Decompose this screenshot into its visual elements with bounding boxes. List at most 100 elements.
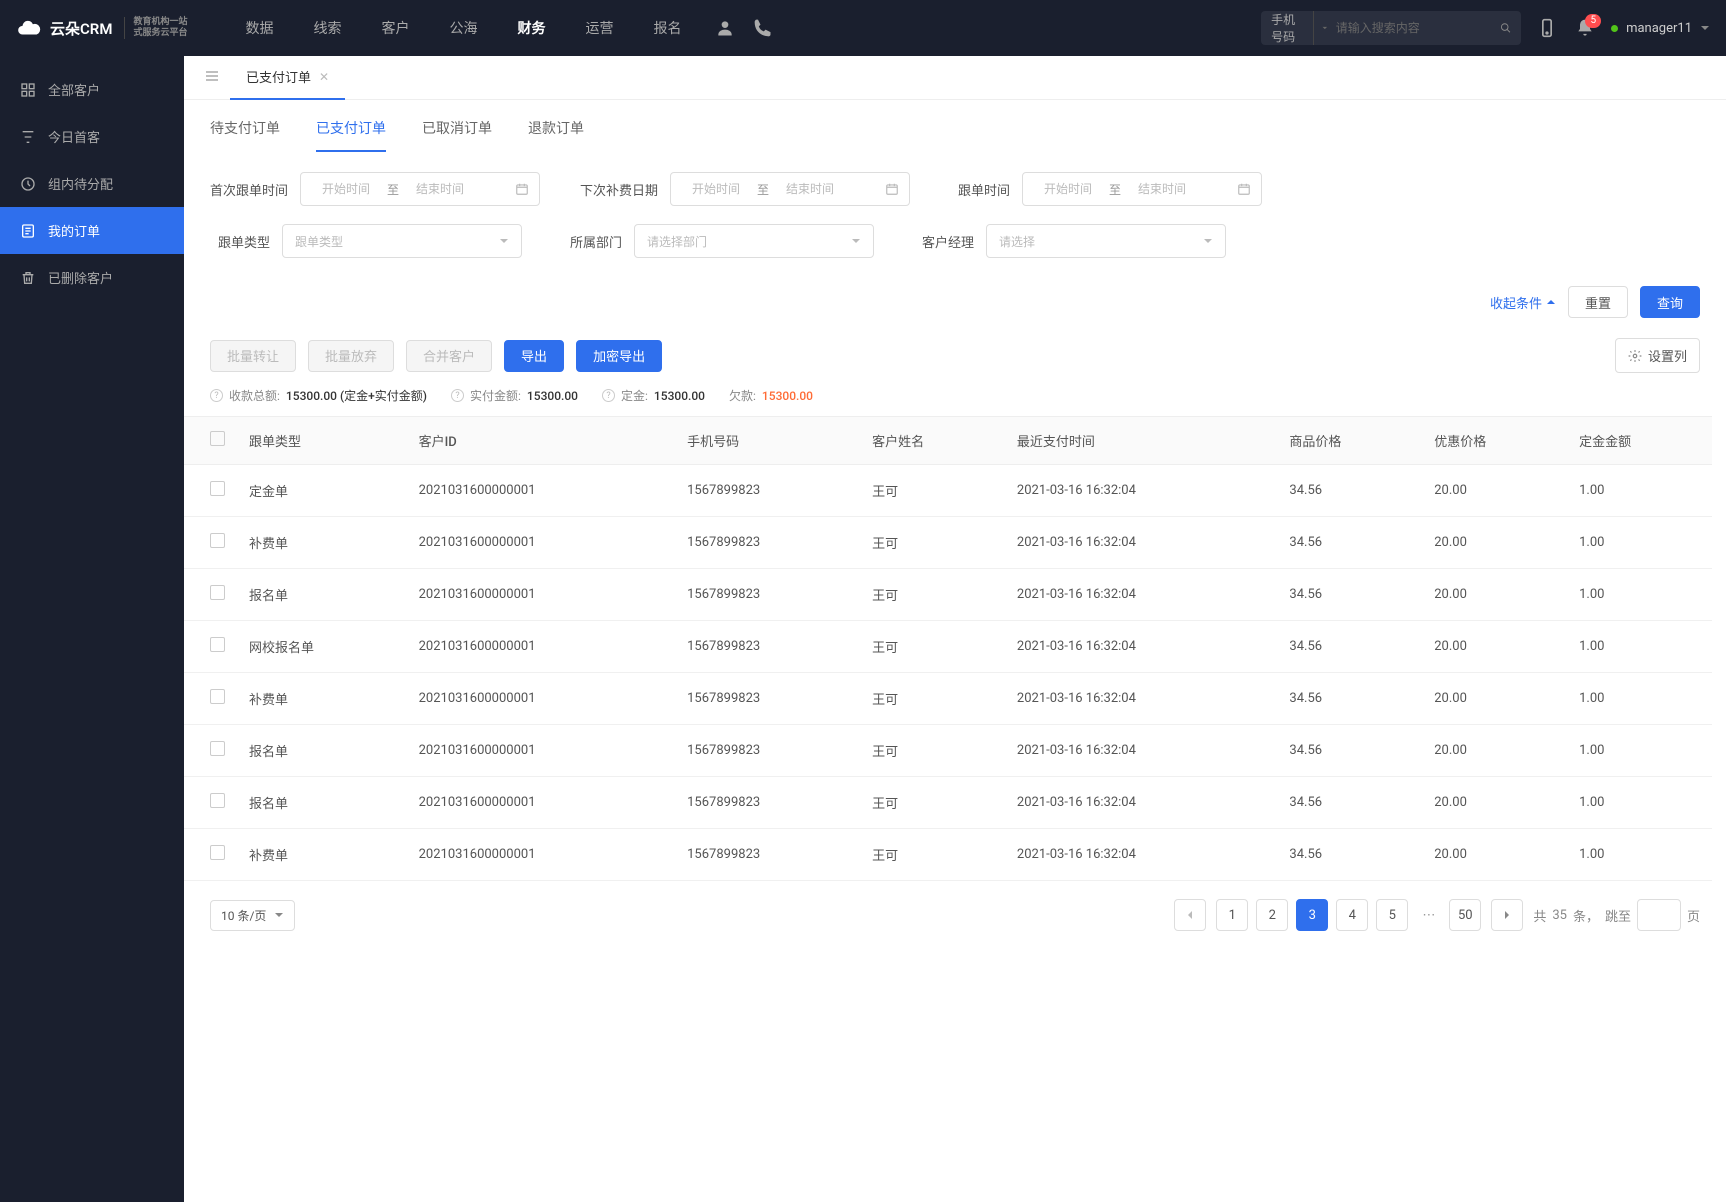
- table-row[interactable]: 网校报名单20210316000000011567899823王可2021-03…: [184, 621, 1712, 673]
- next-pay-date-range[interactable]: 至: [670, 172, 910, 206]
- sub-tab[interactable]: 待支付订单: [210, 118, 280, 152]
- reset-button[interactable]: 重置: [1568, 286, 1628, 318]
- cell-type: 网校报名单: [237, 621, 407, 673]
- start-date-input[interactable]: [681, 182, 751, 196]
- query-button[interactable]: 查询: [1640, 286, 1700, 318]
- end-date-input[interactable]: [405, 182, 475, 196]
- pagination-ellipsis: ⋯: [1418, 908, 1439, 923]
- cell-price: 34.56: [1277, 777, 1422, 829]
- summary-total: 15300.00 (定金+实付金额): [286, 387, 427, 404]
- first-follow-date-range[interactable]: 至: [300, 172, 540, 206]
- mobile-icon[interactable]: [1537, 18, 1557, 38]
- sidebar-item[interactable]: 全部客户: [0, 66, 184, 113]
- row-checkbox[interactable]: [210, 793, 225, 808]
- search-type-label[interactable]: 手机号码: [1271, 11, 1314, 45]
- chevron-up-icon: [1546, 297, 1556, 307]
- table-row[interactable]: 报名单20210316000000011567899823王可2021-03-1…: [184, 569, 1712, 621]
- sidebar-item-label: 我的订单: [48, 221, 100, 240]
- cell-id: 2021031600000001: [407, 673, 676, 725]
- next-page-button[interactable]: [1491, 899, 1523, 931]
- cell-discount: 20.00: [1422, 673, 1567, 725]
- sidebar-item[interactable]: 我的订单: [0, 207, 184, 254]
- cell-discount: 20.00: [1422, 465, 1567, 517]
- top-nav-item[interactable]: 公海: [431, 0, 495, 56]
- dept-select[interactable]: 请选择部门: [634, 224, 874, 258]
- close-icon[interactable]: ✕: [319, 70, 329, 84]
- batch-transfer-button[interactable]: 批量转让: [210, 340, 296, 372]
- bell-icon[interactable]: 5: [1575, 18, 1595, 38]
- page-number-button[interactable]: 4: [1336, 899, 1368, 931]
- collapse-filters-link[interactable]: 收起条件: [1490, 293, 1556, 312]
- row-checkbox[interactable]: [210, 637, 225, 652]
- end-date-input[interactable]: [1127, 182, 1197, 196]
- cell-price: 34.56: [1277, 569, 1422, 621]
- cell-name: 王可: [860, 621, 1005, 673]
- page-number-button[interactable]: 1: [1216, 899, 1248, 931]
- sidebar-item[interactable]: 组内待分配: [0, 160, 184, 207]
- row-checkbox[interactable]: [210, 689, 225, 704]
- page-number-button[interactable]: 5: [1376, 899, 1408, 931]
- table-row[interactable]: 报名单20210316000000011567899823王可2021-03-1…: [184, 725, 1712, 777]
- export-button[interactable]: 导出: [504, 340, 564, 372]
- sub-tab[interactable]: 退款订单: [528, 118, 584, 152]
- merge-customer-button[interactable]: 合并客户: [406, 340, 492, 372]
- top-nav-item[interactable]: 运营: [567, 0, 631, 56]
- table-row[interactable]: 补费单20210316000000011567899823王可2021-03-1…: [184, 673, 1712, 725]
- prev-page-button[interactable]: [1174, 899, 1206, 931]
- last-page-button[interactable]: 50: [1449, 899, 1481, 931]
- row-checkbox[interactable]: [210, 585, 225, 600]
- start-date-input[interactable]: [311, 182, 381, 196]
- sub-tab[interactable]: 已支付订单: [316, 118, 386, 152]
- column-header: 跟单类型: [237, 417, 407, 465]
- sidebar-item-label: 组内待分配: [48, 174, 113, 193]
- page-size-select[interactable]: 10 条/页: [210, 900, 295, 931]
- config-columns-button[interactable]: 设置列: [1615, 338, 1700, 373]
- batch-abandon-button[interactable]: 批量放弃: [308, 340, 394, 372]
- encrypt-export-button[interactable]: 加密导出: [576, 340, 662, 372]
- cell-discount: 20.00: [1422, 621, 1567, 673]
- start-date-input[interactable]: [1033, 182, 1103, 196]
- jump-page-input[interactable]: [1637, 899, 1681, 931]
- row-checkbox[interactable]: [210, 481, 225, 496]
- table-row[interactable]: 补费单20210316000000011567899823王可2021-03-1…: [184, 829, 1712, 881]
- calendar-icon: [515, 182, 529, 196]
- cell-deposit: 1.00: [1567, 777, 1712, 829]
- page-number-button[interactable]: 2: [1256, 899, 1288, 931]
- search-icon[interactable]: [1500, 20, 1511, 36]
- cell-name: 王可: [860, 465, 1005, 517]
- sidebar-item[interactable]: 今日首客: [0, 113, 184, 160]
- sub-tab[interactable]: 已取消订单: [422, 118, 492, 152]
- search-input[interactable]: [1336, 21, 1492, 35]
- page-number-button[interactable]: 3: [1296, 899, 1328, 931]
- top-nav-item[interactable]: 报名: [635, 0, 699, 56]
- sidebar-item[interactable]: 已删除客户: [0, 254, 184, 301]
- user-icon[interactable]: [715, 18, 735, 38]
- top-nav-item[interactable]: 数据: [227, 0, 291, 56]
- filter-label-next-pay: 下次补费日期: [580, 180, 658, 199]
- table-row[interactable]: 定金单20210316000000011567899823王可2021-03-1…: [184, 465, 1712, 517]
- type-select[interactable]: 跟单类型: [282, 224, 522, 258]
- row-checkbox[interactable]: [210, 741, 225, 756]
- brand-name: 云朵CRM: [50, 18, 112, 39]
- user-menu[interactable]: manager11: [1611, 21, 1710, 36]
- sidebar-toggle-icon[interactable]: [194, 68, 230, 88]
- row-checkbox[interactable]: [210, 533, 225, 548]
- page-tab[interactable]: 已支付订单 ✕: [230, 56, 345, 100]
- top-nav-item[interactable]: 线索: [295, 0, 359, 56]
- cell-price: 34.56: [1277, 621, 1422, 673]
- search-box[interactable]: 手机号码: [1261, 11, 1521, 45]
- top-nav-item[interactable]: 客户: [363, 0, 427, 56]
- table-row[interactable]: 补费单20210316000000011567899823王可2021-03-1…: [184, 517, 1712, 569]
- top-nav-item[interactable]: 财务: [499, 0, 563, 56]
- end-date-input[interactable]: [775, 182, 845, 196]
- select-all-checkbox[interactable]: [210, 431, 225, 446]
- brand-logo: 云朵CRM 教育机构一站式服务云平台: [16, 15, 187, 41]
- cell-price: 34.56: [1277, 829, 1422, 881]
- phone-icon[interactable]: [753, 18, 773, 38]
- manager-select[interactable]: 请选择: [986, 224, 1226, 258]
- follow-time-date-range[interactable]: 至: [1022, 172, 1262, 206]
- row-checkbox[interactable]: [210, 845, 225, 860]
- filter-label-follow-time: 跟单时间: [950, 180, 1010, 199]
- cell-phone: 1567899823: [675, 777, 860, 829]
- table-row[interactable]: 报名单20210316000000011567899823王可2021-03-1…: [184, 777, 1712, 829]
